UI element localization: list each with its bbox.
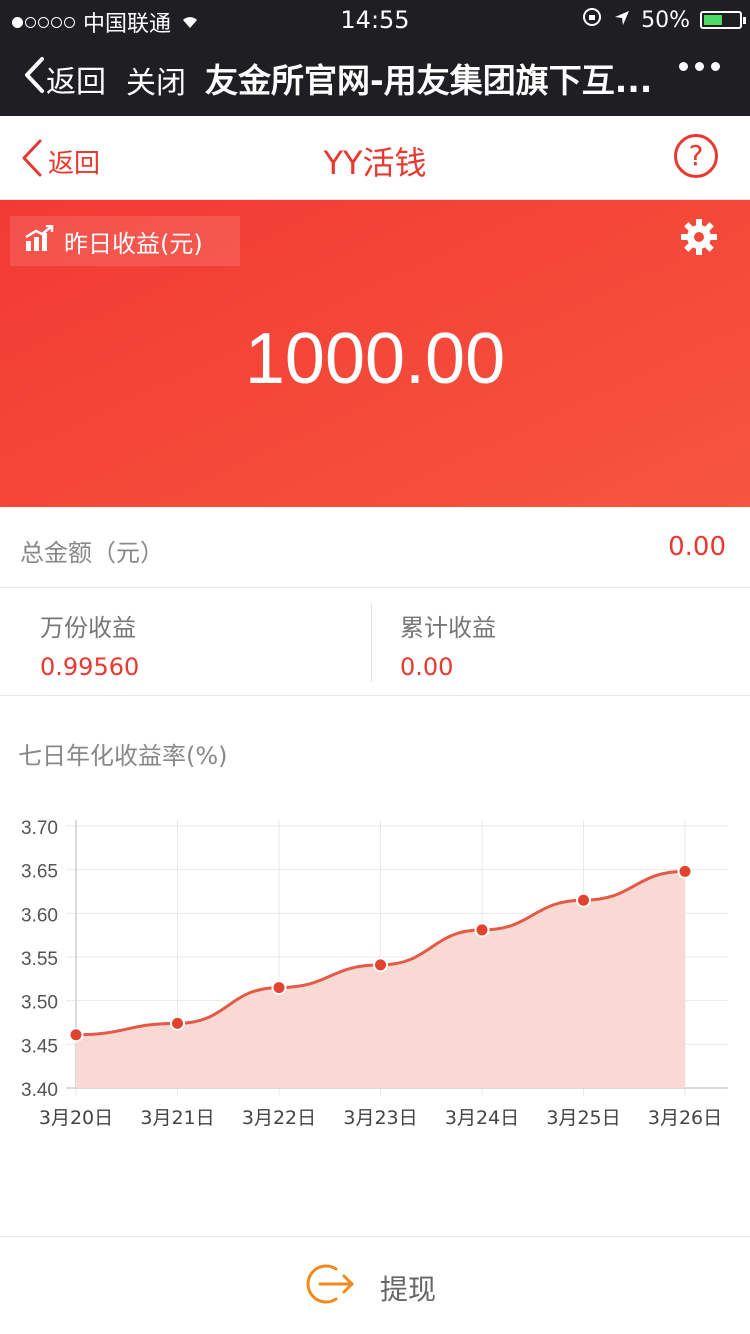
battery-icon [700, 11, 746, 29]
x-tick-label: 3月23日 [343, 1107, 417, 1129]
y-tick-label: 3.40 [21, 1080, 58, 1101]
y-tick-label: 3.60 [21, 905, 58, 926]
yesterday-earnings-amount: 1000.00 [244, 319, 506, 399]
data-point [68, 1027, 84, 1043]
page-title: YY活钱 [323, 144, 427, 182]
metric-value: 0.00 [400, 653, 454, 681]
y-tick-label: 3.50 [21, 993, 58, 1014]
lock-rotation-icon [581, 6, 603, 34]
chart-title: 七日年化收益率(%) [18, 742, 228, 770]
location-icon [613, 8, 631, 33]
bottom-action-bar: 提现 [0, 1236, 750, 1334]
chevron-left-icon [22, 56, 46, 102]
metrics-row: 万份收益 0.99560 累计收益 0.00 [0, 590, 750, 696]
yesterday-earnings-label-box: 昨日收益(元) [10, 216, 240, 266]
x-tick-label: 3月26日 [648, 1107, 722, 1129]
x-tick-label: 3月20日 [39, 1107, 113, 1129]
more-options-icon[interactable] [679, 62, 720, 71]
total-amount-value: 0.00 [668, 532, 726, 562]
bar-chart-icon [24, 224, 54, 257]
wechat-page-title: 友金所官网-用友集团旗下互... [205, 61, 653, 100]
total-amount-label: 总金额（元） [20, 539, 164, 567]
yesterday-earnings-banner: 昨日收益(元) 1000.00 [0, 200, 750, 507]
x-tick-label: 3月25日 [546, 1107, 620, 1129]
gear-icon[interactable] [680, 218, 718, 260]
metric-label: 累计收益 [400, 614, 496, 642]
data-point [576, 892, 591, 908]
wechat-back-button[interactable]: 返回 [22, 56, 106, 102]
x-tick-label: 3月24日 [445, 1107, 519, 1129]
y-tick-label: 3.70 [21, 818, 58, 839]
wechat-close-button[interactable]: 关闭 [126, 58, 186, 102]
yesterday-earnings-label: 昨日收益(元) [64, 229, 203, 258]
per-ten-thousand-earnings: 万份收益 0.99560 [40, 608, 139, 681]
wechat-nav-bar: 返回 关闭 友金所官网-用友集团旗下互... [0, 40, 750, 116]
x-tick-label: 3月21日 [140, 1107, 214, 1129]
y-tick-label: 3.55 [21, 949, 58, 970]
data-point [170, 1015, 185, 1031]
data-point [373, 957, 388, 973]
y-tick-label: 3.65 [21, 862, 58, 883]
total-amount-row: 总金额（元） 0.00 [0, 508, 750, 588]
metric-label: 万份收益 [40, 614, 136, 642]
data-point [474, 922, 490, 938]
seven-day-yield-chart: 3.40 3.45 3.50 3.55 3.60 3.65 3.70 3月20日 3月21日 3月… [21, 818, 728, 1129]
status-bar: 中国联通 14:55 50% [0, 0, 750, 40]
wechat-back-label: 返回 [46, 65, 106, 100]
withdraw-button[interactable]: 提现 [306, 1261, 436, 1314]
data-point [271, 980, 287, 996]
status-right: 50% [581, 6, 746, 34]
cumulative-earnings: 累计收益 0.00 [400, 608, 496, 681]
help-icon[interactable]: ? [674, 134, 718, 178]
data-point [677, 863, 693, 879]
x-tick-label: 3月22日 [242, 1107, 316, 1129]
battery-percent: 50% [641, 7, 690, 33]
y-tick-label: 3.45 [21, 1036, 58, 1057]
metrics-divider [371, 604, 372, 682]
withdraw-arrow-icon [306, 1261, 356, 1314]
app-header: 返回 YY活钱 ? [0, 116, 750, 200]
metric-value: 0.99560 [40, 653, 140, 681]
withdraw-label: 提现 [380, 1272, 437, 1306]
